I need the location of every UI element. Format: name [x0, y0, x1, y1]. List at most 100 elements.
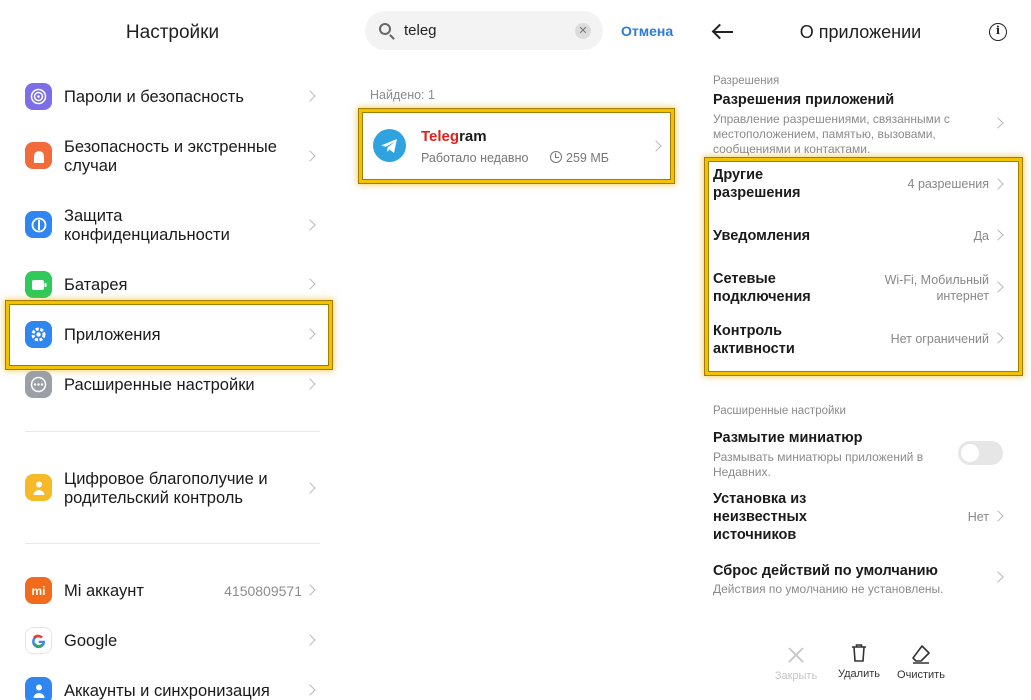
row-label: Другие разрешения [713, 167, 801, 201]
app-info-panel: О приложении i Разрешения Разрешения при… [690, 0, 1031, 700]
chevron-right-icon [992, 332, 1004, 344]
chevron-right-icon [992, 510, 1004, 522]
privacy-icon [25, 211, 52, 238]
google-icon [25, 627, 52, 654]
app-permissions-desc: Управление разрешениями, связанными с ме… [713, 112, 950, 156]
chevron-right-icon [304, 584, 316, 596]
search-result-telegram[interactable]: Telegram Работало недавно 259 МБ [361, 111, 672, 181]
chevron-right-icon [992, 571, 1004, 583]
gear-icon [25, 321, 52, 348]
settings-item-label: Безопасность и экстренные случаи [64, 138, 277, 175]
row-label: Уведомления [713, 228, 811, 244]
row-value: 4 разрешения [907, 177, 989, 191]
chevron-right-icon [304, 150, 316, 162]
search-query[interactable]: teleg [404, 22, 437, 39]
settings-item-label: Цифровое благополучие и родительский кон… [64, 470, 268, 507]
row-value: Нет ограничений [890, 332, 989, 346]
chevron-right-icon [304, 684, 316, 696]
chevron-right-icon [304, 219, 316, 231]
row-value: Wi-Fi, Мобильный интернет [884, 273, 989, 303]
clear-label: Очистить [897, 669, 945, 681]
settings-item-accounts-sync[interactable]: Аккаунты и синхронизация [0, 674, 345, 700]
close-label: Закрыть [774, 670, 818, 682]
eraser-icon [910, 643, 932, 665]
row-value: Да [973, 229, 989, 243]
cancel-button[interactable]: Отмена [621, 23, 673, 39]
settings-item-passwords[interactable]: Пароли и безопасность [0, 80, 345, 114]
fingerprint-icon [25, 83, 52, 110]
chevron-right-icon [304, 634, 316, 646]
clear-icon[interactable]: ✕ [575, 23, 591, 39]
settings-item-mi-account[interactable]: mi Mi аккаунт 4150809571 [0, 574, 345, 608]
chevron-right-icon [992, 117, 1004, 129]
row-label: Контроль активности [713, 323, 795, 357]
close-icon [785, 644, 807, 666]
mi-icon: mi [25, 577, 52, 604]
blur-desc: Размывать миниатюры приложений в Недавни… [713, 450, 924, 479]
section-advanced: Расширенные настройки [713, 405, 846, 417]
settings-item-wellbeing[interactable]: Цифровое благополучие и родительский кон… [0, 464, 345, 512]
info-icon[interactable]: i [989, 23, 1007, 41]
chevron-right-icon [304, 90, 316, 102]
chevron-right-icon [304, 482, 316, 494]
settings-item-label: Защита конфиденциальности [64, 207, 230, 244]
clock-icon [550, 151, 562, 163]
result-status: Работало недавно [421, 151, 529, 165]
chevron-right-icon [992, 281, 1004, 293]
app-permissions-label: Разрешения приложений [713, 92, 895, 108]
wellbeing-icon [25, 474, 52, 501]
unknown-sources-label: Установка из неизвестных источников [713, 491, 807, 543]
search-icon [379, 23, 391, 35]
blur-label: Размытие миниатюр [713, 430, 863, 446]
settings-item-google[interactable]: Google [0, 624, 345, 658]
result-title-match: Teleg [421, 128, 460, 145]
settings-item-label: Аккаунты и синхронизация [64, 682, 270, 700]
clear-button[interactable]: Очистить [886, 643, 956, 681]
settings-item-label: Mi аккаунт [64, 582, 144, 600]
result-title: Telegram [421, 128, 487, 145]
account-icon [25, 677, 52, 700]
reset-defaults-label: Сброс действий по умолчанию [713, 563, 938, 579]
delete-label: Удалить [838, 668, 880, 680]
divider [25, 543, 320, 544]
delete-button[interactable]: Удалить [824, 642, 894, 680]
settings-panel: Настройки Пароли и безопасность Безопасн… [0, 0, 345, 700]
reset-defaults-desc: Действия по умолчанию не установлены. [713, 582, 944, 596]
battery-icon [25, 271, 52, 298]
settings-title: Настройки [125, 22, 220, 43]
chevron-right-icon [650, 140, 662, 152]
search-input[interactable]: teleg ✕ [365, 11, 603, 50]
result-title-rest: ram [459, 128, 487, 145]
unknown-sources-value: Нет [967, 510, 989, 524]
settings-item-label: Расширенные настройки [64, 376, 255, 394]
close-button[interactable]: Закрыть [761, 644, 831, 682]
chevron-right-icon [304, 278, 316, 290]
toggle-knob [961, 444, 979, 462]
results-count: Найдено: 1 [370, 88, 435, 102]
settings-item-label: Батарея [64, 276, 128, 294]
section-permissions: Разрешения [713, 75, 780, 87]
settings-item-emergency[interactable]: Безопасность и экстренные случаи [0, 132, 345, 180]
settings-item-advanced[interactable]: Расширенные настройки [0, 368, 345, 402]
result-size: 259 МБ [566, 151, 609, 165]
divider [25, 431, 320, 432]
sos-icon [25, 142, 52, 169]
settings-item-apps[interactable]: Приложения [0, 318, 345, 352]
settings-item-label: Приложения [64, 326, 161, 344]
settings-item-label: Google [64, 632, 118, 650]
chevron-right-icon [304, 378, 316, 390]
mi-account-id: 4150809571 [224, 583, 302, 599]
blur-toggle[interactable] [958, 441, 1003, 465]
page-title: О приложении [799, 22, 922, 42]
search-panel: teleg ✕ Отмена Найдено: 1 Telegram Работ… [345, 0, 690, 700]
row-label: Сетевые подключения [713, 271, 811, 305]
settings-item-battery[interactable]: Батарея [0, 268, 345, 302]
settings-item-label: Пароли и безопасность [64, 88, 244, 106]
settings-item-privacy[interactable]: Защита конфиденциальности [0, 201, 345, 249]
more-icon [25, 371, 52, 398]
telegram-icon [373, 129, 406, 162]
chevron-right-icon [992, 229, 1004, 241]
chevron-right-icon [992, 178, 1004, 190]
trash-icon [848, 642, 870, 664]
chevron-right-icon [304, 328, 316, 340]
